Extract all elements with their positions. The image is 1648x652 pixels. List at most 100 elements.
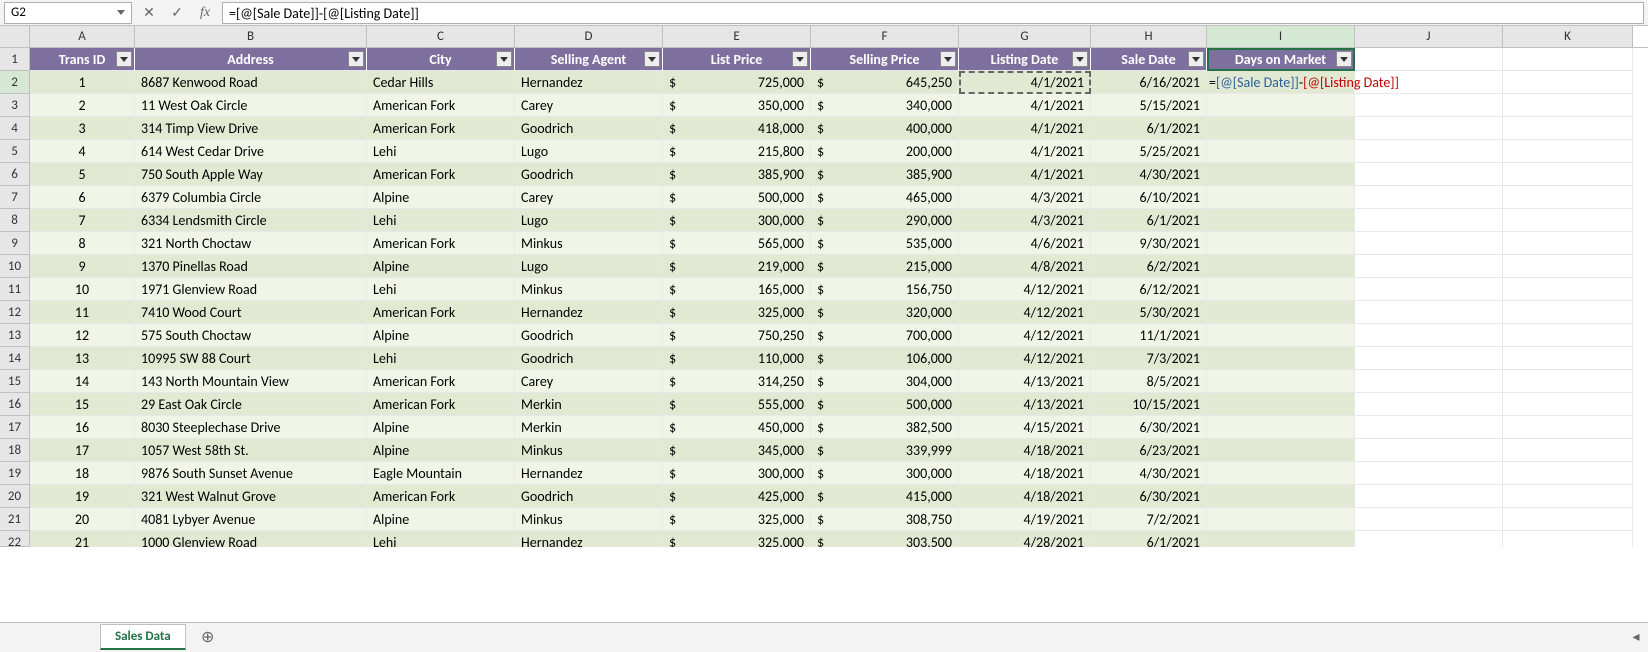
filter-dropdown-icon[interactable] — [348, 51, 364, 67]
cell-trans-id[interactable]: 15 — [30, 393, 135, 416]
cell-agent[interactable]: Goodrich — [515, 485, 663, 508]
cell-city[interactable]: Alpine — [367, 508, 515, 531]
col-header-H[interactable]: H — [1091, 26, 1207, 47]
cell-agent[interactable]: Hernandez — [515, 531, 663, 547]
cell-empty-K[interactable] — [1503, 140, 1633, 163]
cell-address[interactable]: 750 South Apple Way — [135, 163, 367, 186]
cell-trans-id[interactable]: 8 — [30, 232, 135, 255]
cell-empty-J[interactable] — [1355, 278, 1503, 301]
cell-address[interactable]: 1971 Glenview Road — [135, 278, 367, 301]
cell-list-price[interactable]: $350,000 — [663, 94, 811, 117]
cell-sale-date[interactable]: 6/10/2021 — [1091, 186, 1207, 209]
cell-trans-id[interactable]: 18 — [30, 462, 135, 485]
row-header-22[interactable]: 22 — [0, 531, 30, 547]
row-header-14[interactable]: 14 — [0, 347, 30, 370]
cell-empty-J[interactable] — [1355, 255, 1503, 278]
cell-listing-date[interactable]: 4/1/2021 — [959, 71, 1091, 94]
cell-empty-K[interactable] — [1503, 163, 1633, 186]
row-header-7[interactable]: 7 — [0, 186, 30, 209]
cell-empty-K[interactable] — [1503, 209, 1633, 232]
filter-dropdown-icon[interactable] — [792, 51, 808, 67]
cell-agent[interactable]: Merkin — [515, 393, 663, 416]
cell-days-on-market[interactable] — [1207, 347, 1355, 370]
cell-empty-J[interactable] — [1355, 508, 1503, 531]
cell-selling-price[interactable]: $304,000 — [811, 370, 959, 393]
cell-city[interactable]: American Fork — [367, 485, 515, 508]
cell-days-on-market[interactable] — [1207, 370, 1355, 393]
cell-listing-date[interactable]: 4/28/2021 — [959, 531, 1091, 547]
cell-empty-K[interactable] — [1503, 186, 1633, 209]
row-header-11[interactable]: 11 — [0, 278, 30, 301]
cell-K1[interactable] — [1503, 48, 1633, 71]
row-header-5[interactable]: 5 — [0, 140, 30, 163]
col-header-D[interactable]: D — [515, 26, 663, 47]
cell-address[interactable]: 29 East Oak Circle — [135, 393, 367, 416]
cell-sale-date[interactable]: 8/5/2021 — [1091, 370, 1207, 393]
cell-sale-date[interactable]: 5/25/2021 — [1091, 140, 1207, 163]
cell-agent[interactable]: Carey — [515, 370, 663, 393]
cell-sale-date[interactable]: 4/30/2021 — [1091, 462, 1207, 485]
cell-empty-K[interactable] — [1503, 117, 1633, 140]
cell-sale-date[interactable]: 9/30/2021 — [1091, 232, 1207, 255]
col-header-B[interactable]: B — [135, 26, 367, 47]
table-header-D[interactable]: Selling Agent — [515, 48, 663, 71]
cell-empty-K[interactable] — [1503, 531, 1633, 547]
cell-listing-date[interactable]: 4/18/2021 — [959, 462, 1091, 485]
col-header-A[interactable]: A — [30, 26, 135, 47]
filter-dropdown-icon[interactable] — [1072, 51, 1088, 67]
cell-city[interactable]: Lehi — [367, 531, 515, 547]
cell-empty-K[interactable] — [1503, 278, 1633, 301]
row-header-4[interactable]: 4 — [0, 117, 30, 140]
cell-address[interactable]: 7410 Wood Court — [135, 301, 367, 324]
cell-list-price[interactable]: $725,000 — [663, 71, 811, 94]
cell-days-on-market[interactable] — [1207, 439, 1355, 462]
cell-trans-id[interactable]: 2 — [30, 94, 135, 117]
cell-city[interactable]: American Fork — [367, 370, 515, 393]
cell-empty-K[interactable] — [1503, 393, 1633, 416]
cell-listing-date[interactable]: 4/12/2021 — [959, 278, 1091, 301]
cell-J1[interactable] — [1355, 48, 1503, 71]
cell-sale-date[interactable]: 10/15/2021 — [1091, 393, 1207, 416]
cell-agent[interactable]: Carey — [515, 94, 663, 117]
cell-days-on-market[interactable] — [1207, 508, 1355, 531]
row-header-10[interactable]: 10 — [0, 255, 30, 278]
cell-trans-id[interactable]: 12 — [30, 324, 135, 347]
cell-listing-date[interactable]: 4/15/2021 — [959, 416, 1091, 439]
cell-empty-K[interactable] — [1503, 255, 1633, 278]
cell-days-on-market[interactable] — [1207, 209, 1355, 232]
cell-sale-date[interactable]: 6/1/2021 — [1091, 209, 1207, 232]
cell-sale-date[interactable]: 6/1/2021 — [1091, 117, 1207, 140]
cell-address[interactable]: 6334 Lendsmith Circle — [135, 209, 367, 232]
cell-empty-K[interactable] — [1503, 94, 1633, 117]
cell-sale-date[interactable]: 7/3/2021 — [1091, 347, 1207, 370]
cell-trans-id[interactable]: 7 — [30, 209, 135, 232]
col-header-J[interactable]: J — [1355, 26, 1503, 47]
cell-list-price[interactable]: $300,000 — [663, 209, 811, 232]
table-header-E[interactable]: List Price — [663, 48, 811, 71]
cell-empty-K[interactable] — [1503, 301, 1633, 324]
cell-list-price[interactable]: $314,250 — [663, 370, 811, 393]
cell-sale-date[interactable]: 6/23/2021 — [1091, 439, 1207, 462]
cell-listing-date[interactable]: 4/12/2021 — [959, 347, 1091, 370]
cell-trans-id[interactable]: 16 — [30, 416, 135, 439]
cell-city[interactable]: Lehi — [367, 209, 515, 232]
table-header-F[interactable]: Selling Price — [811, 48, 959, 71]
cell-city[interactable]: Lehi — [367, 278, 515, 301]
cell-listing-date[interactable]: 4/1/2021 — [959, 163, 1091, 186]
cell-selling-price[interactable]: $106,000 — [811, 347, 959, 370]
cell-list-price[interactable]: $555,000 — [663, 393, 811, 416]
cell-listing-date[interactable]: 4/1/2021 — [959, 140, 1091, 163]
cell-list-price[interactable]: $165,000 — [663, 278, 811, 301]
cell-city[interactable]: American Fork — [367, 163, 515, 186]
cell-address[interactable]: 143 North Mountain View — [135, 370, 367, 393]
cell-list-price[interactable]: $500,000 — [663, 186, 811, 209]
cell-days-on-market[interactable] — [1207, 301, 1355, 324]
cell-empty-J[interactable] — [1355, 393, 1503, 416]
cell-selling-price[interactable]: $215,000 — [811, 255, 959, 278]
row-header-16[interactable]: 16 — [0, 393, 30, 416]
cell-city[interactable]: Alpine — [367, 186, 515, 209]
cell-days-on-market[interactable] — [1207, 278, 1355, 301]
cell-city[interactable]: Alpine — [367, 324, 515, 347]
cell-listing-date[interactable]: 4/12/2021 — [959, 301, 1091, 324]
cell-empty-J[interactable] — [1355, 439, 1503, 462]
